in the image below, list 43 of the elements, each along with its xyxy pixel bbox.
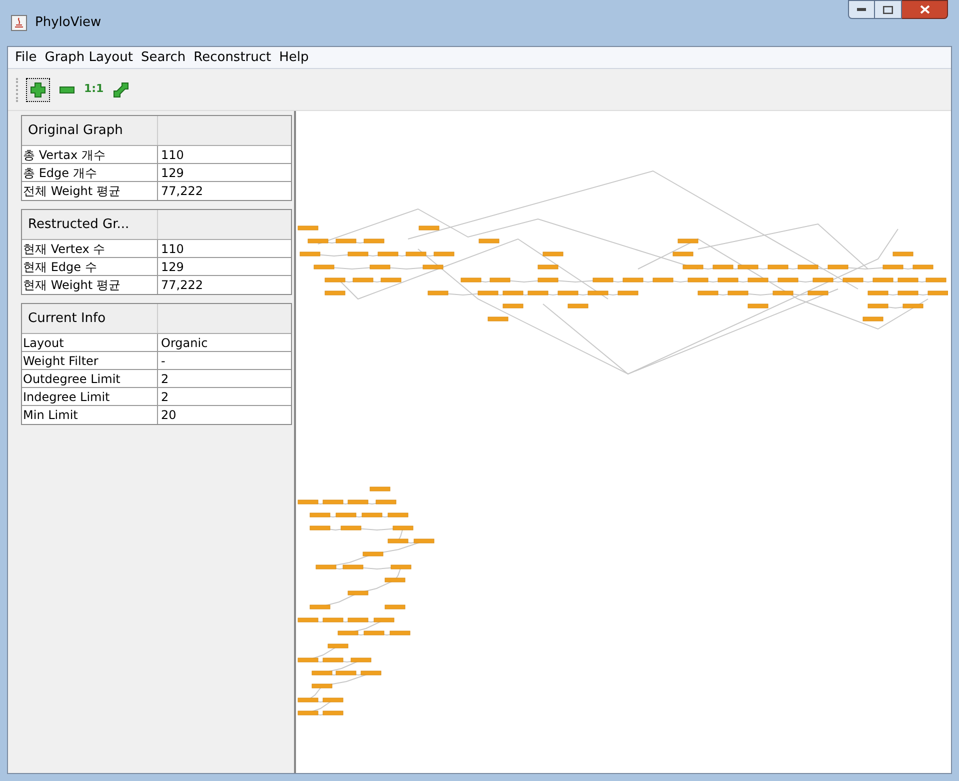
menu-item[interactable]: Search — [138, 48, 189, 68]
minimize-icon — [857, 8, 866, 11]
table-cell: 총 Vertax 개수 — [22, 146, 158, 163]
table-cell-text: 110 — [160, 147, 185, 163]
table-cell-text: 77,222 — [160, 183, 204, 200]
table-cell-text: 110 — [160, 241, 185, 257]
plus-icon — [30, 82, 46, 98]
table-cell: Weight Filter — [22, 352, 158, 369]
table-cell: Indegree Limit — [22, 388, 158, 405]
minus-icon — [59, 86, 75, 94]
table-header: Current Info — [22, 304, 158, 333]
table-cell: Min Limit — [22, 406, 158, 424]
toolbar-button[interactable] — [26, 78, 50, 102]
table-cell-text: - — [160, 353, 166, 369]
table-cell-text: 77,222 — [160, 277, 204, 294]
close-button[interactable] — [902, 0, 948, 19]
minimize-button[interactable] — [848, 0, 875, 19]
maximize-button[interactable] — [875, 0, 902, 19]
table-cell: 현재 Edge 수 — [22, 258, 158, 275]
table-cell: 현재 Vertex 수 — [22, 240, 158, 257]
table-cell-text: 20 — [160, 407, 178, 424]
table-cell-text: 129 — [160, 165, 185, 181]
table-header: Restructed Gr... — [22, 210, 158, 239]
table-cell-text: Organic — [160, 335, 209, 351]
table-cell: 전체 Weight 평균 — [22, 182, 158, 200]
table-cell: 총 Edge 개수 — [22, 164, 158, 181]
table-cell: Outdegree Limit — [22, 370, 158, 387]
menu-item[interactable]: Help — [276, 48, 312, 68]
window-title: PhyloView — [35, 14, 102, 32]
table-cell: Layout — [22, 334, 158, 351]
table-header: Original Graph — [22, 116, 158, 145]
menu-item[interactable]: Graph Layout — [42, 48, 136, 68]
menu-item[interactable]: Reconstruct — [190, 48, 274, 68]
table-cell: 현재 Weight 평균 — [22, 276, 158, 294]
menu-item[interactable]: File — [12, 48, 40, 68]
diagonal-arrow-icon — [112, 82, 129, 98]
table-cell-text: 129 — [160, 259, 185, 275]
table-cell-text: 2 — [160, 371, 170, 387]
close-icon — [920, 5, 930, 14]
toolbar-button[interactable]: 1:1 — [84, 78, 104, 102]
app-icon — [11, 15, 27, 31]
table-cell-text: 2 — [160, 389, 170, 405]
maximize-icon — [883, 6, 893, 14]
